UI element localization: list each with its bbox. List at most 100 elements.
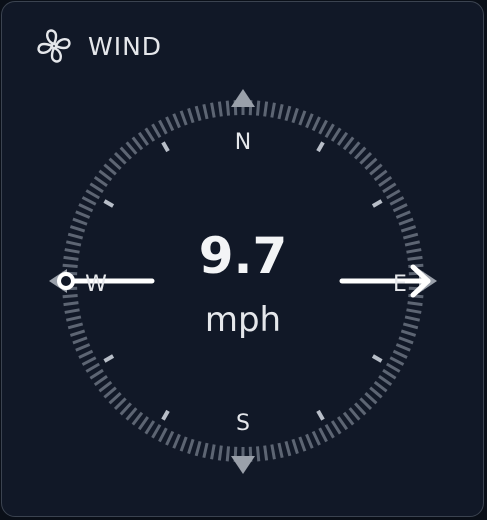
compass-tick — [386, 189, 401, 200]
compass-tick — [402, 232, 419, 240]
compass-tick — [63, 301, 79, 307]
compass-tick — [318, 427, 328, 443]
compass-major-tick — [161, 409, 170, 421]
compass-tick — [67, 232, 84, 240]
compass-tick — [378, 374, 393, 387]
compass-tick — [98, 380, 113, 393]
compass-tick — [144, 420, 156, 435]
compass-label-west: W — [85, 272, 107, 297]
compass-tick — [78, 349, 94, 359]
compass-tick — [342, 411, 355, 426]
compass-tick — [65, 240, 82, 247]
compass-tick — [277, 103, 284, 120]
compass-tick — [225, 446, 231, 462]
compass-tick — [342, 136, 355, 151]
compass-tick — [69, 329, 86, 337]
compass-tick — [85, 189, 100, 200]
compass-tick — [217, 445, 223, 461]
compass-tick — [324, 123, 335, 138]
compass-tick — [63, 255, 79, 261]
compass-tick — [404, 315, 421, 322]
compass-tick — [113, 151, 127, 165]
compass-tick — [131, 136, 144, 151]
compass-tick — [137, 416, 150, 431]
compass-tick — [98, 169, 113, 182]
compass-tick — [284, 440, 292, 457]
compass-major-tick — [103, 199, 115, 208]
compass-tick — [85, 362, 100, 373]
compass-tick — [324, 424, 335, 439]
compass-tick — [179, 110, 188, 126]
compass-tick — [318, 119, 328, 135]
wind-speed-value: 9.7 — [198, 227, 288, 285]
compass-tick — [373, 169, 388, 182]
compass-tick — [369, 386, 383, 399]
south-marker-icon — [231, 456, 255, 474]
compass-tick — [179, 436, 188, 452]
compass-tick — [151, 424, 162, 439]
compass-tick — [382, 368, 397, 380]
compass-tick — [389, 356, 405, 366]
compass-tick — [165, 116, 175, 132]
compass-tick — [158, 119, 168, 135]
compass-tick — [348, 407, 361, 421]
compass-tick — [194, 440, 202, 457]
compass-tick — [348, 141, 361, 155]
compass-tick — [354, 146, 367, 160]
compass-major-tick — [103, 354, 115, 363]
compass-tick — [103, 386, 117, 399]
compass-tick — [298, 110, 307, 126]
compass-tick — [311, 116, 321, 132]
compass-tick — [389, 196, 405, 206]
compass-tick — [194, 105, 202, 122]
compass-tick — [407, 301, 423, 307]
compass-tick — [406, 308, 422, 314]
compass-tick — [108, 157, 122, 170]
compass-tick — [78, 203, 94, 213]
compass-tick — [291, 438, 299, 455]
compass-tick — [93, 374, 108, 387]
compass-tick — [364, 157, 378, 170]
compass-tick — [305, 113, 314, 129]
compass-major-tick — [161, 141, 170, 153]
compass-tick — [81, 196, 97, 206]
compass-tick — [255, 100, 261, 116]
compass-tick — [407, 255, 423, 261]
compass-tick — [72, 336, 88, 345]
compass-tick — [277, 442, 284, 459]
compass-label-south: S — [236, 411, 250, 436]
compass-tick — [75, 343, 91, 352]
compass-tick — [336, 416, 349, 431]
compass-tick — [369, 163, 383, 176]
compass-label-north: N — [234, 130, 252, 155]
compass-label-east: E — [393, 272, 407, 297]
compass-tick — [330, 127, 342, 142]
compass-tick — [398, 336, 414, 345]
compass-major-tick — [371, 354, 383, 363]
compass-tick — [382, 182, 397, 194]
wind-speed-unit: mph — [204, 300, 282, 340]
wind-arrow-origin-icon — [57, 272, 75, 290]
compass-tick — [395, 210, 411, 219]
compass-tick — [400, 329, 417, 337]
compass-tick — [386, 362, 401, 373]
compass-tick — [255, 446, 261, 462]
compass-tick — [392, 349, 408, 359]
compass-tick — [373, 380, 388, 393]
compass-major-tick — [371, 199, 383, 208]
compass-tick — [392, 203, 408, 213]
compass-tick — [210, 102, 216, 118]
north-marker-icon — [231, 89, 255, 107]
compass-major-tick — [316, 141, 325, 153]
compass-tick — [172, 433, 181, 449]
compass-tick — [406, 248, 422, 254]
compass-tick — [65, 315, 82, 322]
compass-tick — [187, 438, 195, 455]
compass-tick — [93, 175, 108, 188]
compass-tick — [305, 433, 314, 449]
compass-tick — [404, 240, 421, 247]
compass-tick — [67, 322, 84, 330]
compass-tick — [72, 217, 88, 226]
compass-tick — [202, 103, 209, 120]
compass-tick — [137, 131, 150, 146]
